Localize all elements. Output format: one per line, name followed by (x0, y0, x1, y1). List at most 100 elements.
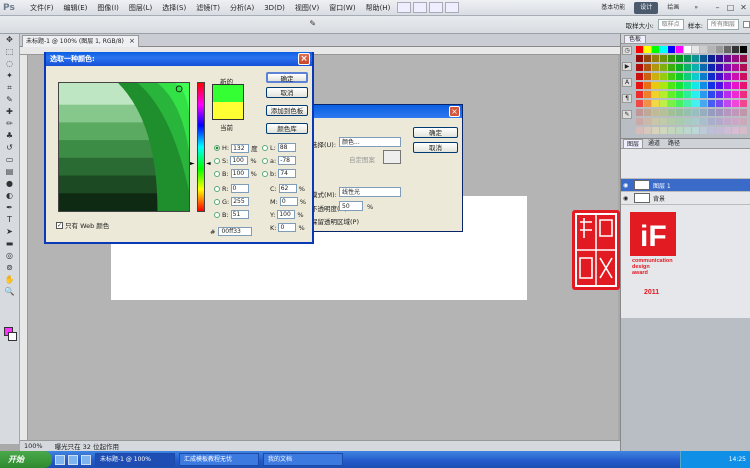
swatch-cell[interactable] (660, 109, 667, 116)
shape-tool-icon[interactable]: ▬ (3, 239, 17, 249)
tab-channels[interactable]: 通道 (645, 139, 663, 148)
current-color-swatch[interactable] (212, 102, 244, 120)
blur-tool-icon[interactable]: ● (3, 179, 17, 189)
swatch-cell[interactable] (660, 118, 667, 125)
character-panel-icon[interactable]: A (622, 78, 632, 87)
media-icon[interactable] (81, 454, 91, 465)
swatch-cell[interactable] (740, 46, 747, 53)
swatch-cell[interactable] (676, 55, 683, 62)
swatch-cell[interactable] (740, 82, 747, 89)
swatch-cell[interactable] (740, 55, 747, 62)
lab-b-input[interactable]: 74 (278, 169, 297, 178)
tab-swatches[interactable]: 色板 (624, 35, 647, 44)
saturation-input[interactable]: 100 (230, 156, 249, 165)
swatch-cell[interactable] (708, 73, 715, 80)
swatch-cell[interactable] (692, 55, 699, 62)
3d-orbit-icon[interactable]: ⊚ (3, 263, 17, 273)
ok-button[interactable]: 确定 (266, 72, 308, 83)
close-tab-icon[interactable]: × (129, 36, 135, 47)
swatch-cell[interactable] (692, 64, 699, 71)
swatch-cell[interactable] (700, 64, 707, 71)
swatch-cell[interactable] (668, 118, 675, 125)
swatch-cell[interactable] (636, 46, 643, 53)
swatch-cell[interactable] (692, 73, 699, 80)
cancel-button[interactable]: 取消 (266, 87, 308, 98)
swatch-cell[interactable] (716, 55, 723, 62)
swatch-cell[interactable] (700, 46, 707, 53)
clock[interactable]: 14:25 (729, 456, 746, 463)
stamp-tool-icon[interactable]: ♣ (3, 131, 17, 141)
eyedropper-tool-icon[interactable]: ✎ (3, 95, 17, 105)
workspace-essentials[interactable]: 基本功能 (595, 2, 631, 14)
swatch-cell[interactable] (708, 109, 715, 116)
hand-tool-icon[interactable]: ✋ (3, 275, 17, 285)
quick-select-icon[interactable]: ✦ (3, 71, 17, 81)
swatch-cell[interactable] (708, 55, 715, 62)
hex-input[interactable]: 00ff33 (218, 227, 253, 236)
swatch-cell[interactable] (740, 64, 747, 71)
swatch-cell[interactable] (684, 64, 691, 71)
zoom-tool-icon[interactable]: 🔍 (3, 287, 17, 297)
swatch-cell[interactable] (716, 91, 723, 98)
swatch-cell[interactable] (644, 55, 651, 62)
paragraph-panel-icon[interactable]: ¶ (622, 94, 632, 103)
swatch-cell[interactable] (684, 91, 691, 98)
swatch-cell[interactable] (692, 127, 699, 134)
swatch-cell[interactable] (732, 109, 739, 116)
close-icon[interactable]: × (298, 53, 310, 65)
color-libraries-button[interactable]: 颜色库 (266, 123, 308, 134)
swatch-cell[interactable] (708, 91, 715, 98)
blue-radio[interactable] (214, 211, 220, 218)
dodge-tool-icon[interactable]: ◐ (3, 191, 17, 201)
swatch-cell[interactable] (700, 127, 707, 134)
swatch-cell[interactable] (732, 127, 739, 134)
swatch-cell[interactable] (708, 64, 715, 71)
swatch-cell[interactable] (668, 82, 675, 89)
swatch-cell[interactable] (676, 109, 683, 116)
swatch-cell[interactable] (732, 100, 739, 107)
swatch-cell[interactable] (732, 55, 739, 62)
lab-b-radio[interactable] (262, 170, 268, 177)
menu-help[interactable]: 帮助(H) (361, 0, 396, 16)
swatch-cell[interactable] (700, 91, 707, 98)
swatch-cell[interactable] (660, 73, 667, 80)
fill-dialog-titlebar[interactable]: × (297, 105, 462, 118)
swatch-cell[interactable] (652, 46, 659, 53)
hue-slider[interactable] (197, 82, 205, 212)
yellow-input[interactable]: 100 (277, 210, 296, 219)
swatch-cell[interactable] (684, 118, 691, 125)
swatch-cell[interactable] (708, 100, 715, 107)
green-radio[interactable] (214, 198, 220, 205)
saturation-radio[interactable] (214, 157, 220, 164)
menu-view[interactable]: 视图(V) (290, 0, 324, 16)
swatch-cell[interactable] (684, 127, 691, 134)
brightness-input[interactable]: 100 (230, 169, 249, 178)
swatch-cell[interactable] (724, 100, 731, 107)
layer-row[interactable]: ◉ 图层 1 (621, 179, 750, 192)
swatch-cell[interactable] (652, 127, 659, 134)
swatch-cell[interactable] (676, 100, 683, 107)
swatch-cell[interactable] (724, 46, 731, 53)
layer-row[interactable]: ◉ 背景 (621, 192, 750, 205)
swatch-cell[interactable] (636, 91, 643, 98)
hue-arrow-left-icon[interactable]: ► (190, 160, 195, 167)
swatch-cell[interactable] (644, 46, 651, 53)
swatch-cell[interactable] (652, 100, 659, 107)
swatch-cell[interactable] (636, 127, 643, 134)
task-my-documents[interactable]: 我的文档 (263, 453, 343, 466)
swatch-cell[interactable] (676, 91, 683, 98)
swatch-cell[interactable] (636, 118, 643, 125)
color-field[interactable] (58, 82, 190, 212)
swatch-cell[interactable] (660, 82, 667, 89)
swatch-cell[interactable] (700, 73, 707, 80)
sample-size-select[interactable]: 取样点 (657, 19, 684, 30)
menu-layer[interactable]: 图层(L) (124, 0, 157, 16)
lasso-tool-icon[interactable]: ◌ (3, 59, 17, 69)
workspace-painting[interactable]: 绘画 (661, 2, 685, 14)
swatch-cell[interactable] (692, 91, 699, 98)
swatch-cell[interactable] (716, 118, 723, 125)
hue-input[interactable]: 132 (231, 143, 250, 153)
swatch-cell[interactable] (724, 55, 731, 62)
path-select-icon[interactable]: ➤ (3, 227, 17, 237)
swatch-cell[interactable] (644, 109, 651, 116)
